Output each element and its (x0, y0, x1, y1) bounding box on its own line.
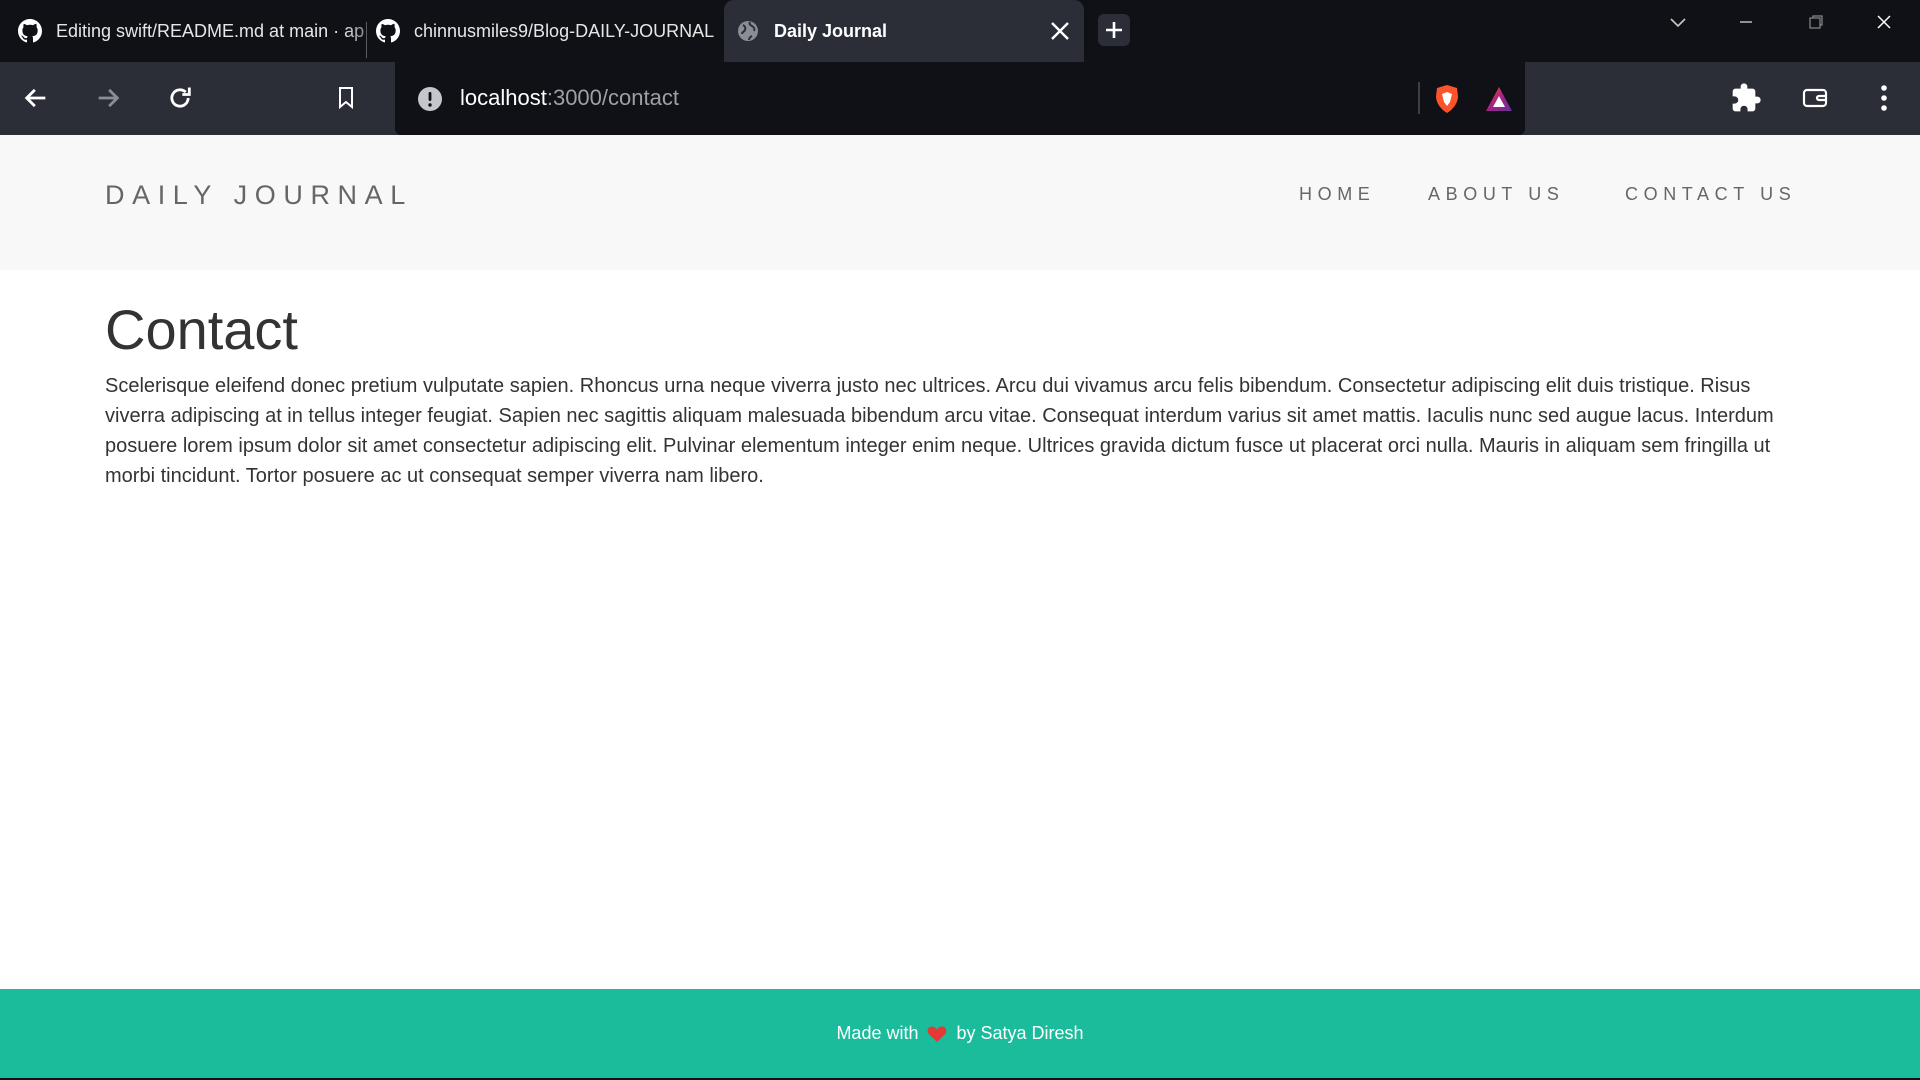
nav-contact-link[interactable]: CONTACT US (1625, 184, 1796, 205)
address-bar[interactable]: localhost:3000/contact (395, 62, 1525, 135)
github-icon (18, 19, 42, 43)
back-icon[interactable] (18, 80, 54, 116)
address-bar-divider (1418, 82, 1420, 114)
menu-kebab-icon[interactable] (1866, 80, 1902, 116)
site-navbar: DAILY JOURNAL HOME ABOUT US CONTACT US (0, 135, 1920, 270)
main-content: Contact Scelerisque eleifend donec preti… (105, 270, 1805, 491)
page-title: Contact (105, 298, 298, 361)
tab-daily-journal[interactable]: Daily Journal (724, 0, 1084, 62)
site-brand[interactable]: DAILY JOURNAL (105, 180, 413, 211)
tab-strip: Editing swift/README.md at main · ap chi… (0, 0, 1920, 62)
close-window-icon[interactable] (1854, 0, 1914, 44)
footer-prefix: Made with (836, 1023, 919, 1043)
github-icon (376, 19, 400, 43)
page-body-text: Scelerisque eleifend donec pretium vulpu… (105, 375, 1774, 488)
close-tab-icon[interactable] (1046, 17, 1074, 45)
wallet-icon[interactable] (1797, 80, 1833, 116)
tab-separator (366, 22, 367, 58)
tab-search-chevron-icon[interactable] (1648, 0, 1708, 44)
reload-icon[interactable] (162, 80, 198, 116)
bookmark-icon[interactable] (328, 80, 364, 116)
minimize-icon[interactable] (1716, 0, 1776, 44)
tab-title: Editing swift/README.md at main · ap (56, 20, 365, 41)
forward-icon[interactable] (90, 80, 126, 116)
url-text[interactable]: localhost:3000/contact (460, 85, 679, 111)
globe-icon (736, 19, 760, 43)
nav-home-link[interactable]: HOME (1299, 184, 1375, 205)
nav-about-link[interactable]: ABOUT US (1428, 184, 1565, 205)
tab-title: chinnusmiles9/Blog-DAILY-JOURNAL (414, 20, 715, 41)
footer-author: by Satya Diresh (956, 1023, 1084, 1043)
new-tab-button[interactable] (1098, 14, 1130, 46)
tab-title: Daily Journal (774, 20, 888, 41)
brave-rewards-icon[interactable] (1484, 84, 1514, 114)
site-footer: Made with by Satya Diresh (0, 989, 1920, 1078)
restore-icon[interactable] (1786, 0, 1846, 44)
brave-shields-icon[interactable] (1432, 84, 1462, 114)
heart-icon (927, 1025, 947, 1043)
site-info-icon[interactable] (417, 86, 443, 112)
tab-github-readme[interactable]: Editing swift/README.md at main · ap (18, 0, 390, 62)
tab-github-repo[interactable]: chinnusmiles9/Blog-DAILY-JOURNAL (376, 0, 716, 62)
extensions-icon[interactable] (1728, 80, 1764, 116)
